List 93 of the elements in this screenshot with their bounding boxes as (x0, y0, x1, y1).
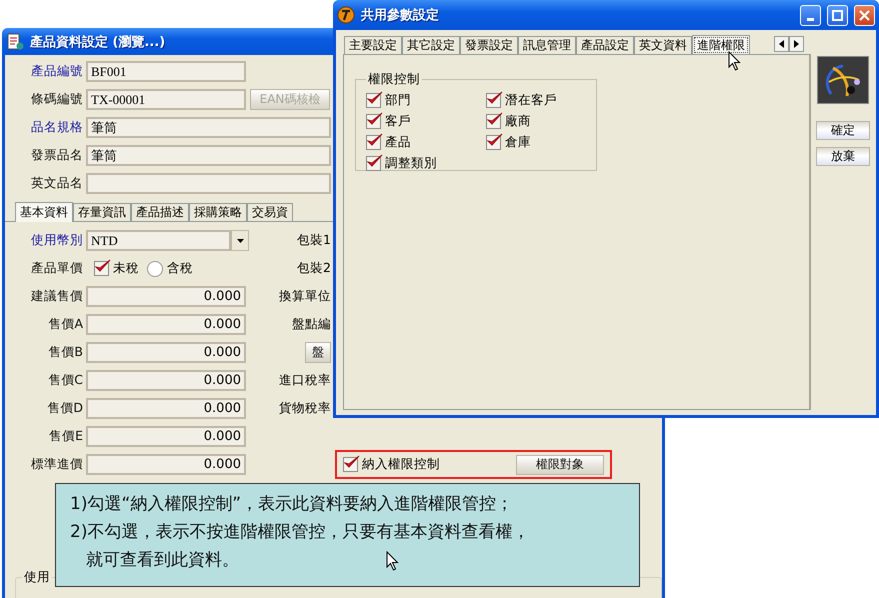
checkbox-label: 客戶 (385, 113, 411, 130)
right-arrow-icon (794, 40, 799, 48)
caret-icon (236, 238, 244, 242)
document-icon (6, 32, 24, 50)
window-title: 共用參數設定 (361, 6, 439, 24)
field-label: 建議售價 (30, 288, 84, 305)
field-label: 售價E (48, 428, 84, 445)
dialog-button[interactable]: 放棄 (816, 147, 870, 166)
field-label: 產品編號 (30, 63, 84, 80)
note-text: 1)勾選“納入權限控制”，表示此資料要納入進階權限管控； (70, 493, 514, 515)
text-field[interactable]: TX-00001 (86, 89, 246, 110)
price-field[interactable]: 0.000 (86, 426, 246, 447)
app-logo-icon (337, 6, 355, 24)
field-label: 進口稅率 (278, 372, 331, 389)
text-field[interactable]: 筆筒 (86, 117, 331, 138)
checkbox[interactable] (366, 156, 381, 171)
field-label: 換算單位 (278, 288, 331, 305)
dropdown-button[interactable] (231, 230, 249, 251)
checkbox-label: 部門 (385, 92, 411, 109)
checkbox[interactable] (366, 114, 381, 129)
price-field[interactable]: 0.000 (86, 314, 246, 335)
close-icon (859, 10, 870, 20)
field-label: 包裝1 (296, 232, 331, 249)
minimize-button[interactable] (800, 4, 821, 26)
checkbox[interactable] (366, 135, 381, 150)
field-label: 包裝2 (296, 260, 331, 277)
checkbox[interactable] (94, 261, 109, 276)
tab[interactable]: 主要設定 (344, 36, 402, 54)
tab[interactable]: 產品設定 (576, 36, 634, 54)
field-label: 品名規格 (30, 119, 84, 136)
tab[interactable]: 發票設定 (460, 36, 518, 54)
tab[interactable]: 採購策略 (189, 203, 247, 221)
group-label: 權限控制 (367, 71, 421, 88)
dialog-button[interactable]: 確定 (816, 121, 870, 140)
field-label: 標準進價 (30, 456, 84, 473)
window-title: 產品資料設定 (瀏覽...) (30, 34, 166, 50)
option-label: 未稅 (113, 260, 139, 277)
action-button[interactable]: 盤 (305, 342, 331, 363)
cursor-icon (728, 51, 741, 71)
tab[interactable]: 產品描述 (131, 203, 189, 221)
currency-field[interactable]: NTD (86, 230, 231, 251)
checkbox[interactable] (486, 114, 501, 129)
scroll-right-button[interactable] (789, 36, 804, 52)
field-label: 條碼編號 (30, 91, 84, 108)
field-label: 產品單價 (30, 260, 84, 277)
checkbox-label: 潛在客戶 (505, 92, 557, 109)
tab[interactable]: 英文資料 (634, 36, 692, 54)
close-button[interactable] (854, 4, 875, 26)
field-label: 售價B (47, 344, 84, 361)
price-field[interactable]: 0.000 (86, 342, 246, 363)
field-label: 售價D (46, 400, 84, 417)
minimize-icon (807, 18, 814, 20)
checkbox-label: 納入權限控制 (362, 456, 441, 473)
checkbox-label: 倉庫 (505, 134, 531, 151)
checkbox[interactable] (366, 93, 381, 108)
text-field[interactable]: 筆筒 (86, 145, 331, 166)
maximize-icon (832, 10, 843, 20)
tab[interactable]: 其它設定 (402, 36, 460, 54)
field-label: 售價A (47, 316, 84, 333)
tab[interactable]: 進階權限 (692, 35, 750, 55)
permission-target-button[interactable]: 權限對象 (516, 454, 604, 474)
price-field[interactable]: 0.000 (86, 398, 246, 419)
price-field[interactable]: 0.000 (86, 286, 246, 307)
tab[interactable]: 基本資料 (15, 202, 73, 222)
text-field[interactable] (86, 173, 331, 194)
field-label: 盤點編 (291, 316, 331, 333)
tab[interactable]: 存量資訊 (73, 203, 131, 221)
checkbox-label: 調整類別 (385, 155, 437, 172)
left-arrow-icon (779, 40, 784, 48)
radio-button[interactable] (147, 260, 163, 276)
tab[interactable]: 訊息管理 (518, 36, 576, 54)
field-label: 售價C (47, 372, 84, 389)
note-text: 2)不勾選，表示不按進階權限管控，只要有基本資料查看權， (70, 521, 530, 543)
note-text: 就可查看到此資料。 (85, 549, 239, 571)
field-label: 使用幣別 (30, 232, 84, 249)
tab[interactable]: 交易資 (247, 203, 293, 221)
price-field[interactable]: 0.000 (86, 370, 246, 391)
checkbox[interactable] (343, 457, 358, 472)
field-label: 發票品名 (30, 147, 84, 164)
price-field[interactable]: 0.000 (86, 454, 246, 475)
field-label: 貨物稅率 (278, 400, 331, 417)
maximize-button[interactable] (827, 4, 848, 26)
checkbox-label: 廠商 (505, 113, 531, 130)
checkbox-label: 產品 (385, 134, 411, 151)
checkbox[interactable] (486, 135, 501, 150)
scroll-left-button[interactable] (774, 36, 789, 52)
text-field[interactable]: BF001 (86, 61, 246, 82)
field-label: 英文品名 (30, 175, 84, 192)
checkbox[interactable] (486, 93, 501, 108)
cursor-icon (386, 551, 399, 571)
option-label: 含稅 (167, 260, 193, 277)
group-label: 使用 (23, 569, 51, 586)
globe-logo-icon (817, 56, 869, 104)
